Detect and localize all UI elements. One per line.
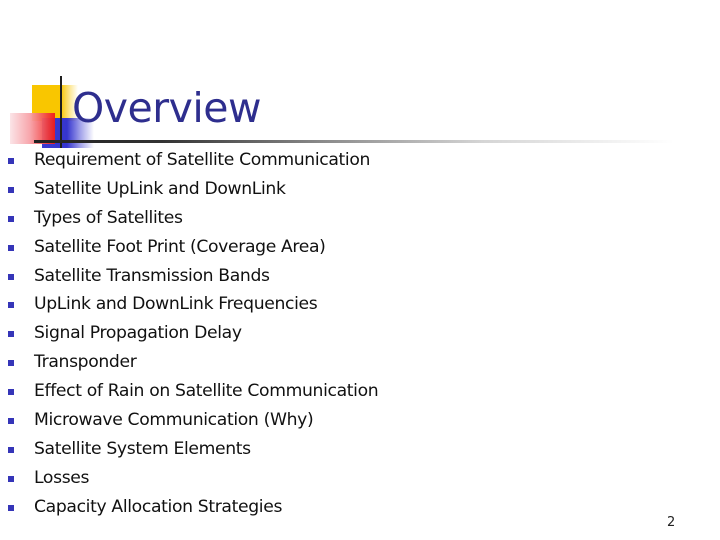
square-bullet-icon: [8, 302, 14, 309]
square-bullet-icon: [8, 446, 14, 453]
list-item: Signal Propagation Delay: [0, 319, 378, 348]
bullet-text: Microwave Communication (Why): [34, 410, 314, 431]
list-item: Satellite Transmission Bands: [0, 262, 378, 291]
bullet-text: Losses: [34, 467, 90, 488]
slide-title: Overview: [72, 84, 262, 132]
bullet-text: Capacity Allocation Strategies: [34, 496, 283, 517]
square-bullet-icon: [8, 158, 14, 164]
list-item: Requirement of Satellite Communication: [0, 146, 378, 175]
square-bullet-icon: [8, 244, 14, 251]
square-bullet-icon: [8, 389, 14, 396]
bullet-text: Signal Propagation Delay: [34, 323, 242, 344]
list-item: Transponder: [0, 348, 378, 377]
list-item: UpLink and DownLink Frequencies: [0, 290, 378, 319]
bullet-text: Transponder: [34, 352, 137, 373]
list-item: Losses: [0, 464, 378, 493]
bullet-text: Satellite Foot Print (Coverage Area): [34, 236, 326, 257]
bullet-text: Satellite System Elements: [34, 438, 251, 459]
square-bullet-icon: [8, 475, 14, 482]
list-item: Microwave Communication (Why): [0, 406, 378, 435]
page-number: 2: [667, 515, 676, 530]
square-bullet-icon: [8, 504, 14, 511]
bullet-text: Effect of Rain on Satellite Communicatio…: [34, 381, 379, 402]
list-item: Effect of Rain on Satellite Communicatio…: [0, 377, 379, 406]
slide: Overview Requirement of Satellite Commun…: [0, 0, 720, 540]
square-bullet-icon: [8, 186, 14, 193]
bullet-text: Satellite UpLink and DownLink: [34, 178, 286, 199]
bullet-text: Types of Satellites: [34, 207, 183, 228]
bullet-text: Satellite Transmission Bands: [34, 265, 270, 286]
list-item: Satellite UpLink and DownLink: [0, 175, 378, 204]
square-bullet-icon: [8, 273, 14, 280]
decorative-vertical-line: [60, 76, 62, 148]
list-item: Types of Satellites: [0, 204, 378, 233]
list-item: Satellite Foot Print (Coverage Area): [0, 233, 378, 262]
bullet-text: UpLink and DownLink Frequencies: [34, 294, 318, 315]
square-bullet-icon: [8, 360, 14, 367]
bullet-text: Requirement of Satellite Communication: [34, 150, 371, 170]
bullet-list: Requirement of Satellite Communication S…: [0, 146, 379, 522]
square-bullet-icon: [8, 331, 14, 338]
list-item: Satellite System Elements: [0, 435, 378, 464]
list-item: Capacity Allocation Strategies: [0, 493, 378, 522]
title-underline-divider: [34, 140, 674, 143]
square-bullet-icon: [8, 418, 14, 425]
square-bullet-icon: [8, 215, 14, 222]
